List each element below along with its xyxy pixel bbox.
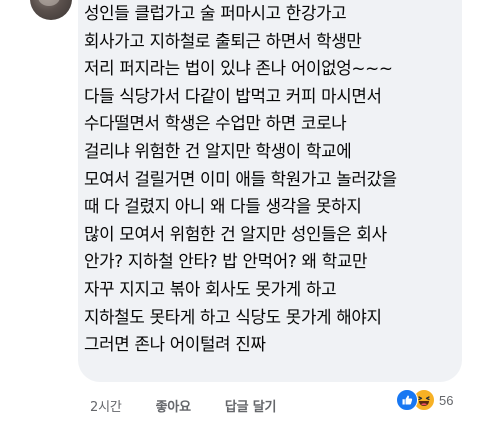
comment-line: 모여서 걸릴거면 이미 애들 학원가고 놀러갔을: [84, 168, 397, 189]
comment-line: 많이 모여서 위험한 건 알지만 성인들은 회사: [84, 223, 387, 244]
comment-text: 성인들 클럽가고 술 퍼마시고 한강가고 회사가고 지하철로 출퇴근 하면서 학…: [84, 0, 464, 359]
comment-line: 그러면 존나 어이털려 진짜: [84, 334, 266, 355]
reactions-summary[interactable]: 56: [394, 388, 458, 412]
like-button[interactable]: 좋아요: [156, 396, 191, 415]
comment-timestamp[interactable]: 2시간: [90, 396, 122, 415]
avatar[interactable]: [30, 0, 72, 20]
comment-line: 성인들 클럽가고 술 퍼마시고 한강가고: [84, 3, 347, 23]
comment-line: 안가? 지하철 안타? 밥 안먹어? 왜 학교만: [84, 251, 368, 272]
comment-line: 지하철도 못타게 하고 식당도 못가게 해야지: [84, 306, 382, 327]
comment-actions: 2시간 좋아요 답글 달기: [90, 396, 310, 415]
comment-line: 자꾸 지지고 볶아 회사도 못가게 하고: [84, 278, 337, 299]
comment-line: 걸리냐 위험한 건 알지만 학생이 학교에: [84, 140, 352, 161]
comment-line: 저리 퍼지라는 법이 있냐 존나 어이없엉~~~: [84, 58, 393, 79]
reply-button[interactable]: 답글 달기: [225, 396, 277, 415]
comment-line: 다들 식당가서 다같이 밥먹고 커피 마시면서: [84, 85, 382, 106]
like-icon: [396, 389, 418, 411]
comment-line: 때 다 걸렸지 아니 왜 다들 생각을 못하지: [84, 196, 362, 217]
reaction-count: 56: [439, 392, 454, 408]
comment-line: 수다떨면서 학생은 수업만 하면 코로나: [84, 113, 347, 134]
comment-line: 회사가고 지하철로 출퇴근 하면서 학생만: [84, 30, 362, 51]
